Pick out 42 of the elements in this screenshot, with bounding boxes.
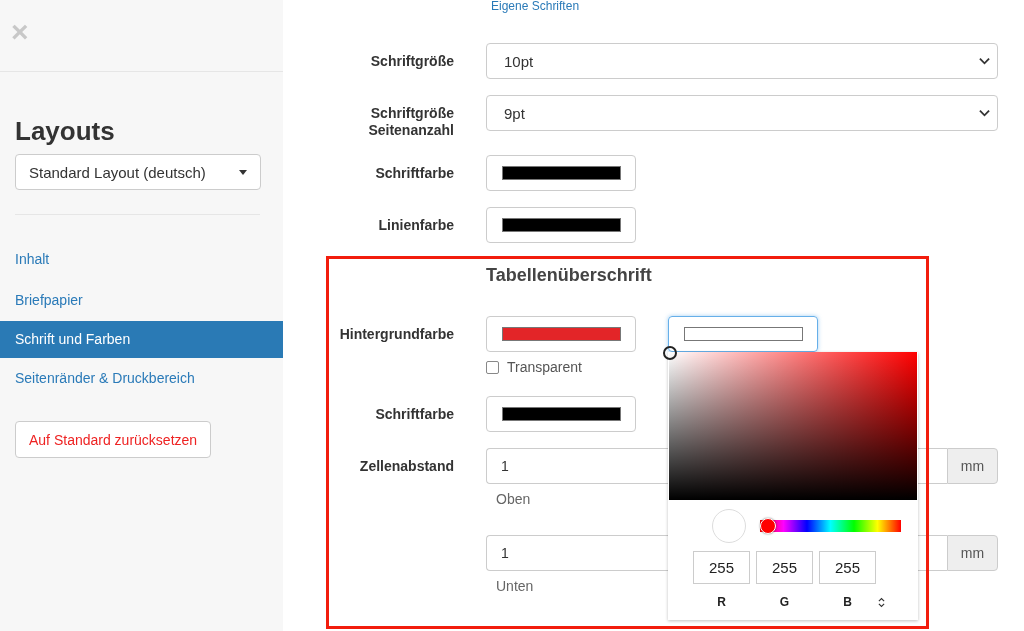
color-field[interactable]	[486, 316, 636, 352]
checkbox[interactable]	[486, 360, 499, 374]
field-label: Schriftfarbe	[374, 164, 454, 183]
channel-label: G	[778, 595, 791, 609]
sidebar-item[interactable]: Schrift und Farben	[0, 321, 283, 358]
hue-slider[interactable]	[760, 518, 901, 534]
select-field[interactable]: 10pt	[486, 43, 998, 79]
color-field[interactable]	[668, 316, 818, 352]
color-field[interactable]	[486, 207, 636, 243]
channel-label: R	[716, 595, 727, 609]
field-label: Zellenabstand	[358, 457, 454, 476]
reset-button[interactable]: Auf Standard zurücksetzen	[15, 421, 212, 458]
help-text: Unten	[496, 578, 535, 594]
sidebar-item[interactable]: Briefpapier	[0, 280, 283, 321]
field-label: Linienfarbe	[377, 216, 454, 235]
unit-addon: mm	[947, 535, 998, 571]
channel-label: B	[842, 595, 853, 609]
select-field[interactable]: 9pt	[486, 95, 998, 131]
mode-toggle-icon[interactable]	[878, 596, 885, 608]
help-text: Oben	[496, 491, 532, 507]
layout-dropdown[interactable]: Standard Layout (deutsch)	[15, 154, 261, 190]
checkbox-label: Transparent	[507, 359, 582, 375]
field-label: Schriftgröße	[369, 52, 454, 71]
channel-input[interactable]: 255	[819, 551, 876, 584]
sidebar-item[interactable]: Seitenränder & Druckbereich	[0, 358, 283, 399]
unit-addon: mm	[947, 448, 998, 484]
field-label: Schriftfarbe	[374, 405, 454, 424]
sidebar-title: Layouts	[15, 116, 115, 146]
section-heading: Tabellenüberschrift	[486, 265, 653, 286]
channel-input[interactable]: 255	[693, 551, 750, 584]
color-field[interactable]	[486, 155, 636, 191]
caret-icon	[239, 169, 247, 175]
chevron-icon	[979, 109, 990, 117]
color-field[interactable]	[486, 396, 636, 432]
picker-cursor[interactable]	[663, 346, 677, 360]
sidebar-item[interactable]: Inhalt	[0, 239, 283, 280]
field-label: Schriftgröße Seitenanzahl	[367, 104, 454, 139]
field-label: Hintergrundfarbe	[338, 325, 454, 344]
hue-thumb[interactable]	[760, 518, 776, 534]
channel-input[interactable]: 255	[756, 551, 813, 584]
fonts-link[interactable]: Eigene Schriften	[491, 0, 998, 12]
chevron-icon	[979, 57, 990, 65]
